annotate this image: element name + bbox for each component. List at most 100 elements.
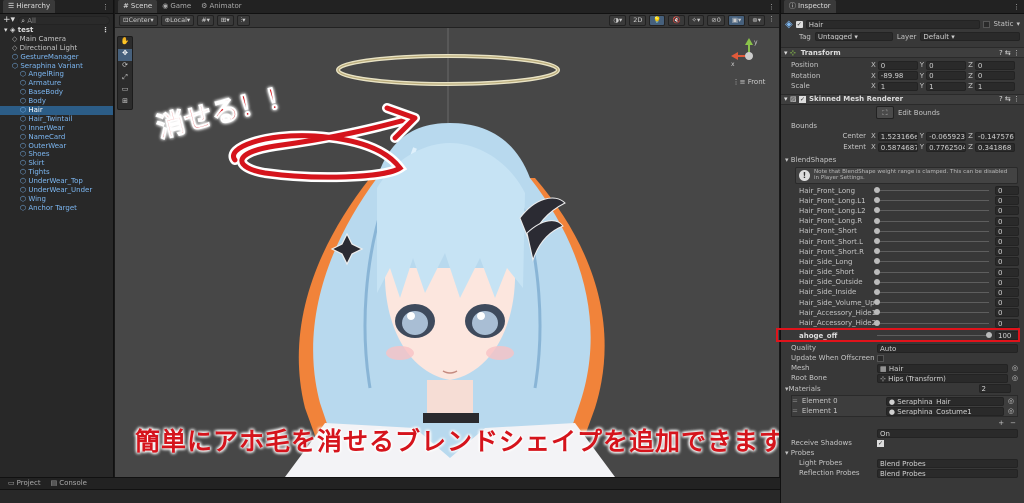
orientation-gizmo[interactable]: y x ⋮≡ Front <box>727 36 771 88</box>
snap-increment-button[interactable]: ⊞▾ <box>216 15 234 26</box>
root-bone-field[interactable]: ⊹ Hips (Transform) <box>877 373 1008 383</box>
static-checkbox[interactable] <box>983 20 991 28</box>
hand-tool-icon[interactable]: ✋ <box>118 37 132 49</box>
blendshape-value-field[interactable]: 0 <box>995 206 1019 216</box>
slider-knob[interactable] <box>874 227 880 234</box>
align-button[interactable]: ⫶▾ <box>236 15 250 26</box>
transform-y-field[interactable]: 0 <box>926 71 967 81</box>
hierarchy-item[interactable]: ⬡ Armature <box>0 79 113 88</box>
tab-hierarchy[interactable]: ☰ Hierarchy <box>3 0 56 13</box>
center-y-field[interactable]: -0.065923 <box>926 131 967 141</box>
hierarchy-item[interactable]: ⬡ UnderWear_Under <box>0 186 113 195</box>
transform-x-field[interactable]: -89.98 <box>877 71 918 81</box>
object-name-input[interactable]: Hair <box>805 19 981 29</box>
more-menu-icon[interactable]: ⋮ <box>102 3 109 11</box>
effects-dropdown[interactable]: ✧▾ <box>687 15 705 26</box>
slider-knob[interactable] <box>874 187 880 194</box>
blendshape-value-field[interactable]: 0 <box>995 226 1019 236</box>
slider-knob[interactable] <box>874 319 880 326</box>
slider-knob[interactable] <box>874 278 880 285</box>
materials-count-field[interactable]: 2 <box>978 384 1011 394</box>
chevron-down-icon[interactable]: ▾ <box>1016 20 1020 28</box>
blendshape-value-field[interactable]: 0 <box>995 186 1019 196</box>
scene-root[interactable]: ▾ ◈ test ⋮ <box>0 26 113 35</box>
slider-knob[interactable] <box>874 268 880 275</box>
blendshape-value-field[interactable]: 0 <box>995 247 1019 257</box>
blendshape-value-field[interactable]: 0 <box>995 237 1019 247</box>
blendshape-value-field[interactable]: 0 <box>995 298 1019 308</box>
active-checkbox[interactable]: ✓ <box>795 20 803 28</box>
cast-shadows-dropdown[interactable]: On <box>877 428 1018 438</box>
tab-scene[interactable]: # Scene <box>118 0 158 13</box>
blendshape-slider[interactable] <box>874 207 989 214</box>
gizmos-dropdown[interactable]: ⊛▾ <box>748 15 765 26</box>
transform-y-field[interactable]: 1 <box>926 81 967 91</box>
receive-shadows-checkbox[interactable]: ✓ <box>877 439 884 447</box>
center-x-field[interactable]: 1.523166e- <box>877 131 918 141</box>
blendshape-slider[interactable] <box>874 309 989 316</box>
drag-handle-icon[interactable]: = <box>792 397 798 405</box>
material-field[interactable]: ● Seraphina_Hair <box>885 396 1004 406</box>
transform-y-field[interactable]: 0 <box>926 60 967 70</box>
tab-animator[interactable]: ⚙ Animator <box>196 0 246 13</box>
hierarchy-item[interactable]: ⬡ Skirt <box>0 159 113 168</box>
hierarchy-item[interactable]: ⬡ UnderWear_Top <box>0 177 113 186</box>
object-picker-icon[interactable]: ◎ <box>1012 374 1018 382</box>
blendshape-value-field[interactable]: 0 <box>995 287 1019 297</box>
tab-console[interactable]: ▤ Console <box>46 477 92 490</box>
more-menu-icon[interactable]: ⋮ <box>1013 3 1020 11</box>
grid-snap-button[interactable]: #▾ <box>197 15 214 26</box>
hierarchy-item[interactable]: ⬡ Wing <box>0 195 113 204</box>
blendshape-slider[interactable] <box>874 268 989 275</box>
hierarchy-item[interactable]: ⬡ NameCard <box>0 133 113 142</box>
slider-knob[interactable] <box>874 238 880 245</box>
add-element-icon[interactable]: + <box>998 419 1004 427</box>
blendshape-slider[interactable] <box>874 217 989 224</box>
slider-knob[interactable] <box>874 217 880 224</box>
blendshape-slider[interactable] <box>874 197 989 204</box>
tab-inspector[interactable]: ⓘ Inspector <box>784 0 836 13</box>
hierarchy-item[interactable]: ◇ Main Camera <box>0 35 113 44</box>
blendshape-value-field[interactable]: 0 <box>995 216 1019 226</box>
slider-knob[interactable] <box>874 299 880 306</box>
blendshape-slider[interactable] <box>874 238 989 245</box>
light-probes-dropdown[interactable]: Blend Probes <box>877 458 1018 468</box>
blendshape-slider[interactable] <box>874 248 989 255</box>
blendshape-value-field[interactable]: 0 <box>995 196 1019 206</box>
blendshape-slider[interactable] <box>874 278 989 285</box>
blendshapes-foldout[interactable]: ▾ BlendShapes <box>781 155 1024 166</box>
drag-handle-icon[interactable]: = <box>792 407 798 415</box>
extent-z-field[interactable]: 0.341868 <box>974 142 1015 152</box>
blendshape-slider[interactable] <box>874 319 989 326</box>
move-tool-icon[interactable]: ✥ <box>118 49 132 61</box>
rect-tool-icon[interactable]: ▭ <box>118 85 132 97</box>
blendshape-slider[interactable] <box>874 258 989 265</box>
more-menu-icon[interactable]: ⋮ <box>768 3 775 11</box>
hierarchy-item[interactable]: ⬡ Seraphina Variant <box>0 62 113 71</box>
hierarchy-search-input[interactable]: ⌕ All <box>18 15 110 25</box>
hierarchy-item[interactable]: ⬡ GestureManager <box>0 53 113 62</box>
remove-element-icon[interactable]: − <box>1010 419 1016 427</box>
edit-bounds-button[interactable]: ⛶ <box>876 106 894 119</box>
blendshape-slider[interactable] <box>874 299 989 306</box>
hierarchy-item[interactable]: ◇ Directional Light <box>0 44 113 53</box>
transform-z-field[interactable]: 1 <box>974 81 1015 91</box>
transform-x-field[interactable]: 0 <box>877 60 918 70</box>
tag-dropdown[interactable]: Untagged ▾ <box>814 32 893 41</box>
layer-dropdown[interactable]: Default ▾ <box>920 32 1020 41</box>
reflection-probes-dropdown[interactable]: Blend Probes <box>877 468 1018 478</box>
hierarchy-item[interactable]: ⬡ Anchor Target <box>0 204 113 213</box>
transform-z-field[interactable]: 0 <box>974 60 1015 70</box>
lighting-toggle[interactable]: 💡 <box>649 15 666 26</box>
more-menu-icon[interactable]: ⋮ <box>102 26 109 35</box>
mode-2d-toggle[interactable]: 2D <box>629 15 647 26</box>
add-icon[interactable]: +▾ <box>3 15 15 25</box>
component-enabled-checkbox[interactable]: ✓ <box>799 95 807 103</box>
hierarchy-item[interactable]: ⬡ AngelRing <box>0 70 113 79</box>
ahoge-slider[interactable] <box>877 332 992 339</box>
slider-knob[interactable] <box>874 258 880 265</box>
transform-tool-icon[interactable]: ⊞ <box>118 97 132 109</box>
scale-tool-icon[interactable]: ⤢ <box>118 73 132 85</box>
extent-x-field[interactable]: 0.5874687 <box>877 142 918 152</box>
hierarchy-item[interactable]: ⬡ OuterWear <box>0 142 113 151</box>
